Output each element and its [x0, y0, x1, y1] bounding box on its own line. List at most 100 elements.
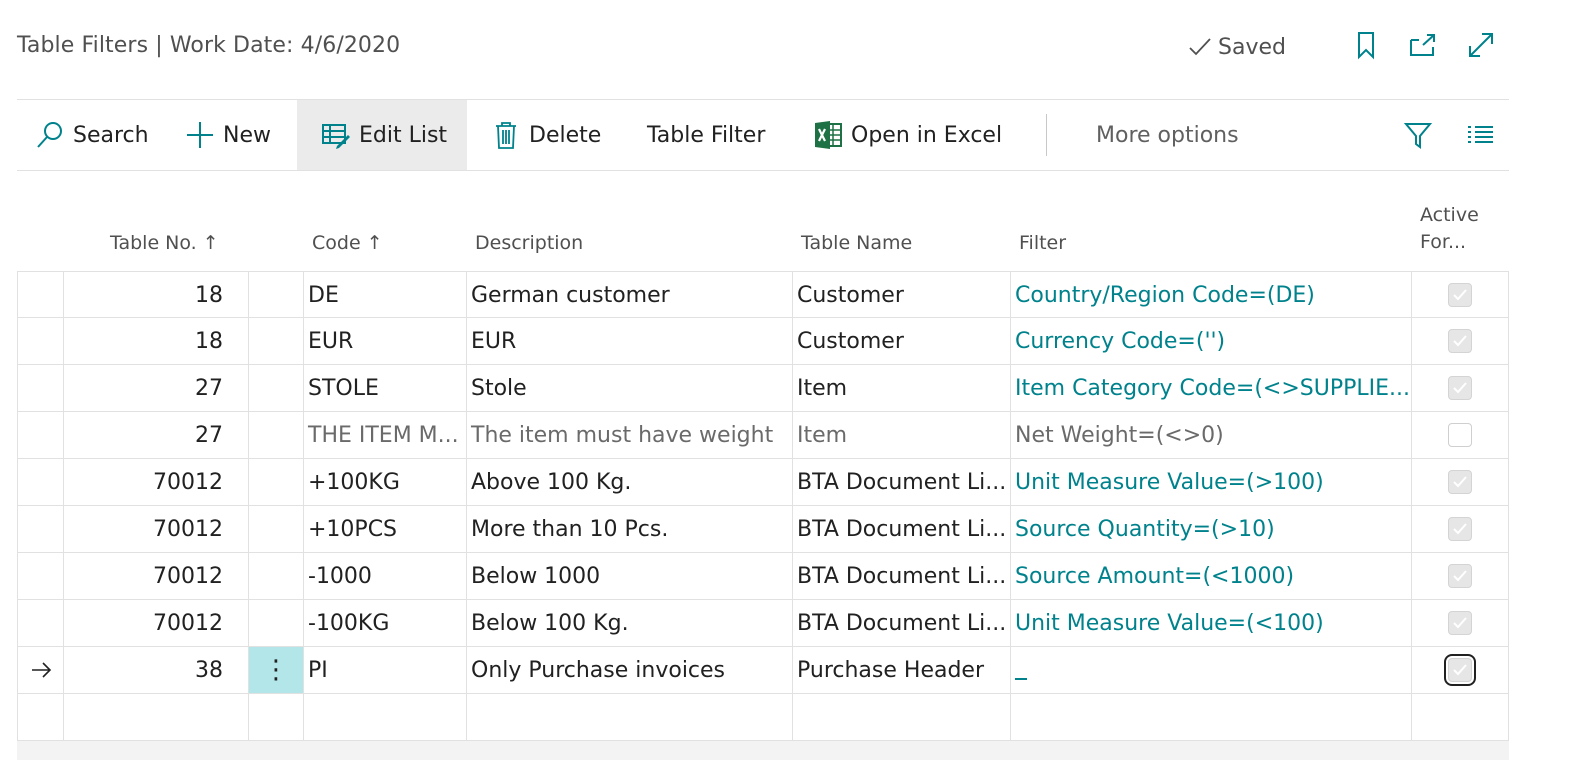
row-menu-cell[interactable]: [248, 318, 303, 364]
table-row-current[interactable]: 38 ⋮ PI Only Purchase invoices Purchase …: [17, 647, 1509, 694]
row-selector[interactable]: [17, 553, 63, 599]
code-cell[interactable]: -100KG: [303, 600, 466, 646]
table-name-cell[interactable]: Item: [792, 365, 1010, 411]
description-cell[interactable]: Above 100 Kg.: [466, 459, 792, 505]
table-no-cell[interactable]: 27: [63, 365, 248, 411]
new-button[interactable]: New: [185, 100, 271, 170]
table-row-empty[interactable]: [17, 694, 1509, 741]
row-selector[interactable]: [17, 459, 63, 505]
row-menu-cell[interactable]: [248, 412, 303, 458]
code-cell[interactable]: [303, 694, 466, 740]
active-checkbox[interactable]: [1448, 611, 1472, 635]
table-name-cell[interactable]: BTA Document Li...: [792, 553, 1010, 599]
description-cell[interactable]: Stole: [466, 365, 792, 411]
active-checkbox[interactable]: [1444, 654, 1476, 686]
expand-icon[interactable]: [1464, 28, 1498, 62]
filter-cell[interactable]: Currency Code=(''): [1010, 318, 1411, 364]
row-menu-cell[interactable]: [248, 553, 303, 599]
table-row[interactable]: 18 EUR EUR Customer Currency Code=(''): [17, 318, 1509, 365]
table-no-cell[interactable]: 18: [63, 318, 248, 364]
edit-list-button[interactable]: Edit List: [297, 100, 467, 170]
code-cell[interactable]: -1000: [303, 553, 466, 599]
table-row[interactable]: 27 THE ITEM M... The item must have weig…: [17, 412, 1509, 459]
filter-cell[interactable]: [1010, 694, 1411, 740]
description-cell[interactable]: EUR: [466, 318, 792, 364]
filter-cell[interactable]: [1010, 647, 1411, 693]
open-in-new-window-icon[interactable]: [1406, 28, 1440, 62]
horizontal-scrollbar[interactable]: [17, 741, 1509, 760]
active-checkbox[interactable]: [1448, 376, 1472, 400]
code-cell[interactable]: +10PCS: [303, 506, 466, 552]
code-cell[interactable]: PI: [303, 647, 466, 693]
table-row[interactable]: 70012 -1000 Below 1000 BTA Document Li..…: [17, 553, 1509, 600]
table-name-cell[interactable]: [792, 694, 1010, 740]
row-menu-cell[interactable]: [248, 506, 303, 552]
row-selector[interactable]: [17, 600, 63, 646]
filter-cell[interactable]: Unit Measure Value=(>100): [1010, 459, 1411, 505]
row-selector[interactable]: [17, 506, 63, 552]
row-selector[interactable]: [17, 272, 63, 318]
column-header-active[interactable]: Active For...: [1420, 202, 1479, 256]
row-selector[interactable]: [17, 318, 63, 364]
open-in-excel-button[interactable]: Open in Excel: [813, 100, 1002, 170]
table-row[interactable]: 70012 +10PCS More than 10 Pcs. BTA Docum…: [17, 506, 1509, 553]
table-name-cell[interactable]: Item: [792, 412, 1010, 458]
code-cell[interactable]: STOLE: [303, 365, 466, 411]
filter-cell[interactable]: Country/Region Code=(DE): [1010, 272, 1411, 318]
row-menu-cell[interactable]: [248, 459, 303, 505]
table-no-cell[interactable]: [63, 694, 248, 740]
table-no-cell[interactable]: 18: [63, 272, 248, 318]
table-no-cell[interactable]: 27: [63, 412, 248, 458]
filter-pane-button[interactable]: [1403, 100, 1441, 170]
table-no-cell[interactable]: 70012: [63, 553, 248, 599]
search-button[interactable]: Search: [35, 100, 149, 170]
table-no-cell[interactable]: 70012: [63, 506, 248, 552]
column-header-table-no[interactable]: Table No. ↑: [110, 230, 219, 257]
table-name-cell[interactable]: Purchase Header: [792, 647, 1010, 693]
description-cell[interactable]: [466, 694, 792, 740]
row-selector[interactable]: [17, 412, 63, 458]
row-menu-cell[interactable]: [248, 600, 303, 646]
column-header-description[interactable]: Description: [475, 230, 583, 257]
table-name-cell[interactable]: Customer: [792, 272, 1010, 318]
description-cell[interactable]: Below 100 Kg.: [466, 600, 792, 646]
description-cell[interactable]: The item must have weight: [466, 412, 792, 458]
active-checkbox[interactable]: [1448, 283, 1472, 307]
table-name-cell[interactable]: BTA Document Li...: [792, 506, 1010, 552]
code-cell[interactable]: EUR: [303, 318, 466, 364]
table-row[interactable]: 27 STOLE Stole Item Item Category Code=(…: [17, 365, 1509, 412]
table-name-cell[interactable]: Customer: [792, 318, 1010, 364]
active-checkbox[interactable]: [1448, 470, 1472, 494]
table-row[interactable]: 70012 +100KG Above 100 Kg. BTA Document …: [17, 459, 1509, 506]
description-cell[interactable]: Below 1000: [466, 553, 792, 599]
table-row[interactable]: 18 DE German customer Customer Country/R…: [17, 271, 1509, 318]
active-checkbox[interactable]: [1448, 423, 1472, 447]
description-cell[interactable]: Only Purchase invoices: [466, 647, 792, 693]
bookmark-icon[interactable]: [1349, 28, 1383, 62]
code-cell[interactable]: DE: [303, 272, 466, 318]
row-selector[interactable]: [17, 365, 63, 411]
table-no-cell[interactable]: 70012: [63, 459, 248, 505]
table-filter-button[interactable]: Table Filter: [647, 100, 765, 170]
code-cell[interactable]: +100KG: [303, 459, 466, 505]
active-checkbox[interactable]: [1448, 517, 1472, 541]
row-selector[interactable]: [17, 647, 63, 693]
filter-cell[interactable]: Item Category Code=(<>SUPPLIE...: [1010, 365, 1411, 411]
row-menu-cell[interactable]: [248, 272, 303, 318]
column-header-filter[interactable]: Filter: [1019, 230, 1066, 257]
filter-cell[interactable]: Source Amount=(<1000): [1010, 553, 1411, 599]
row-actions-menu-button[interactable]: ⋮: [248, 647, 303, 693]
table-no-cell[interactable]: 70012: [63, 600, 248, 646]
column-header-table-name[interactable]: Table Name: [801, 230, 912, 257]
filter-cell[interactable]: Source Quantity=(>10): [1010, 506, 1411, 552]
description-cell[interactable]: German customer: [466, 272, 792, 318]
row-selector[interactable]: [17, 694, 63, 740]
table-row[interactable]: 70012 -100KG Below 100 Kg. BTA Document …: [17, 600, 1509, 647]
code-cell[interactable]: THE ITEM M...: [303, 412, 466, 458]
filter-cell[interactable]: Net Weight=(<>0): [1010, 412, 1411, 458]
delete-button[interactable]: Delete: [491, 100, 601, 170]
column-header-code[interactable]: Code ↑: [312, 230, 383, 257]
table-name-cell[interactable]: BTA Document Li...: [792, 600, 1010, 646]
table-no-cell[interactable]: 38: [63, 647, 248, 693]
active-checkbox[interactable]: [1448, 564, 1472, 588]
